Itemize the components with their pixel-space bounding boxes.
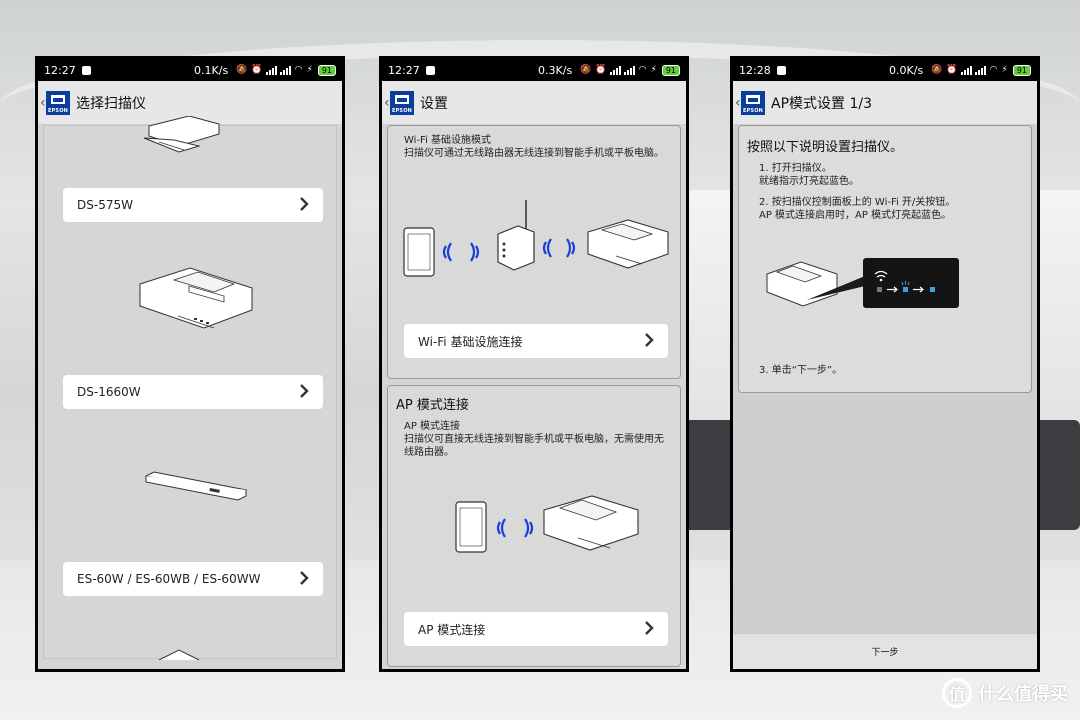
status-time: 12:27 [388,63,420,77]
signal-icon-2 [974,65,986,75]
model-label: DS-1660W [77,385,141,399]
ds-1660w-illustration [139,267,253,329]
wifi-infrastructure-diagram [403,200,669,277]
charging-icon: ⚡ [650,65,657,75]
model-card-ds-1660w[interactable]: DS-1660W [63,375,323,409]
ds-575w-illustration [143,116,220,153]
wifi-mode-subtitle: Wi-Fi 基础设施模式 [404,135,492,146]
phone-ap-setup: 12:28 0.0K/s 🔕 ⏰ ◠ ⚡ 91 ‹ EPSON AP模式设置 1… [730,56,1040,672]
notification-icon [425,65,435,75]
charging-icon: ⚡ [306,65,313,75]
chevron-right-icon [300,384,309,398]
phone-settings: 12:27 0.3K/s 🔕 ⏰ ◠ ⚡ 91 ‹ EPSON 设置 Wi-Fi… [379,56,689,672]
step-3: 3. 单击“下一步”。 [759,365,843,376]
mute-icon: 🔕 [236,65,248,75]
step-2-detail: AP 模式连接启用时，AP 模式灯亮起蓝色。 [759,210,952,221]
instruction-heading: 按照以下说明设置扫描仪。 [747,140,904,155]
chevron-right-icon [645,621,654,635]
instructions-card: 按照以下说明设置扫描仪。 1. 打开扫描仪。 就绪指示灯亮起蓝色。 2. 按扫描… [738,125,1032,393]
battery-indicator: 91 [661,64,680,76]
mute-icon: 🔕 [580,65,592,75]
alarm-icon: ⏰ [946,65,958,75]
screen: 12:27 0.1K/s 🔕 ⏰ ◠ ⚡ 91 ‹ EPSON 选择扫描仪 DS… [38,59,342,669]
model-label: ES-60W / ES-60WB / ES-60WW [77,572,261,586]
ap-mode-subtitle: AP 模式连接 [404,421,461,432]
chevron-right-icon [300,197,309,211]
page-title: 选择扫描仪 [76,95,146,112]
model-card-es-60w[interactable]: ES-60W / ES-60WB / ES-60WW [63,562,323,596]
model-card-ds-575w[interactable]: DS-575W [63,188,323,222]
wifi-infrastructure-link[interactable]: Wi-Fi 基础设施连接 [404,324,668,358]
status-bar: 12:27 0.3K/s 🔕 ⏰ ◠ ⚡ 91 [382,59,686,81]
logo-word: EPSON [47,107,69,114]
content: Wi-Fi 基础设施模式 扫描仪可通过无线路由器无线连接到智能手机或平板电脑。 [382,125,686,669]
ap-mode-heading: AP 模式连接 [396,398,469,413]
signal-icon [609,65,621,75]
signal-icon-2 [279,65,291,75]
epson-logo[interactable]: EPSON [741,90,765,115]
phone-select-scanner: 12:27 0.1K/s 🔕 ⏰ ◠ ⚡ 91 ‹ EPSON 选择扫描仪 DS… [35,56,345,672]
ap-mode-card: AP 模式连接 AP 模式连接 扫描仪可直接无线连接到智能手机或平板电脑，无需使… [387,385,681,667]
next-button[interactable]: 下一步 [733,633,1037,669]
mute-icon: 🔕 [931,65,943,75]
app-bar: ‹ EPSON AP模式设置 1/3 [733,81,1037,125]
network-speed: 0.3K/s [538,63,573,77]
epson-logo[interactable]: EPSON [46,90,70,115]
status-bar: 12:27 0.1K/s 🔕 ⏰ ◠ ⚡ 91 [38,59,342,81]
step-1-detail: 就绪指示灯亮起蓝色。 [759,176,859,187]
signal-icon [960,65,972,75]
content: 按照以下说明设置扫描仪。 1. 打开扫描仪。 就绪指示灯亮起蓝色。 2. 按扫描… [733,125,1037,669]
status-bar: 12:28 0.0K/s 🔕 ⏰ ◠ ⚡ 91 [733,59,1037,81]
wifi-mode-description: 扫描仪可通过无线路由器无线连接到智能手机或平板电脑。 [404,148,664,159]
scanner-logo-icon [51,94,65,104]
screen: 12:28 0.0K/s 🔕 ⏰ ◠ ⚡ 91 ‹ EPSON AP模式设置 1… [733,59,1037,669]
signal-icon-2 [623,65,635,75]
app-bar: ‹ EPSON 设置 [382,81,686,125]
network-speed: 0.0K/s [889,63,924,77]
alarm-icon: ⏰ [595,65,607,75]
scanner-list[interactable]: DS-575W DS-1660W ES-60W / ES-60WB / ES-6… [43,116,337,660]
notification-icon [81,65,91,75]
ap-mode-diagram [455,495,639,553]
chevron-right-icon [645,333,654,347]
epson-logo[interactable]: EPSON [390,90,414,115]
next-label: 下一步 [871,648,899,658]
signal-icon [265,65,277,75]
charging-icon: ⚡ [1001,65,1008,75]
link-label: Wi-Fi 基础设施连接 [418,334,523,349]
step-1: 1. 打开扫描仪。 [759,163,832,174]
model-label: DS-575W [77,198,133,212]
page-title: 设置 [420,95,448,112]
page-title: AP模式设置 1/3 [771,95,873,112]
ap-mode-link[interactable]: AP 模式连接 [404,612,668,646]
wifi-icon: ◠ [638,65,647,75]
link-label: AP 模式连接 [418,622,486,637]
battery-indicator: 91 [1012,64,1031,76]
content: DS-575W DS-1660W ES-60W / ES-60WB / ES-6… [38,116,342,669]
ap-mode-description: 扫描仪可直接无线连接到智能手机或平板电脑，无需使用无线路由器。 [404,434,664,458]
es-60w-illustration [144,471,248,501]
alarm-icon: ⏰ [251,65,263,75]
logo-word: EPSON [742,107,764,114]
control-panel-illustration [766,258,959,308]
wifi-icon: ◠ [294,65,303,75]
scanner-logo-icon [395,94,409,104]
notification-icon [776,65,786,75]
chevron-right-icon [300,571,309,585]
status-time: 12:28 [739,63,771,77]
network-speed: 0.1K/s [194,63,229,77]
watermark-text: 什么值得买 [978,684,1068,705]
screen: 12:27 0.3K/s 🔕 ⏰ ◠ ⚡ 91 ‹ EPSON 设置 Wi-Fi… [382,59,686,669]
wifi-icon: ◠ [989,65,998,75]
step-2: 2. 按扫描仪控制面板上的 Wi-Fi 开/关按钮。 [759,197,956,208]
battery-indicator: 91 [317,64,336,76]
watermark-logo-icon: 值 [942,678,972,708]
status-time: 12:27 [44,63,76,77]
next-scanner-partial-illustration [158,649,200,660]
logo-word: EPSON [391,107,413,114]
watermark: 值 什么值得买 [942,678,1068,708]
scanner-logo-icon [746,94,760,104]
wifi-infrastructure-card: Wi-Fi 基础设施模式 扫描仪可通过无线路由器无线连接到智能手机或平板电脑。 [387,125,681,379]
